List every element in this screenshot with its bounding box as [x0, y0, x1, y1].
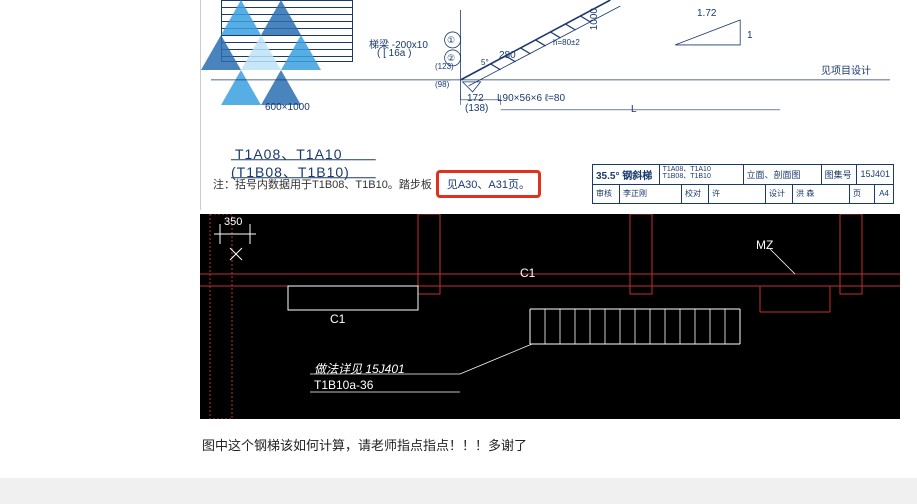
- note-highlight-box: 见A30、A31页。: [436, 170, 541, 198]
- tc-models-a: T1A08、T1A10: [663, 166, 711, 173]
- tc-check-n: 李正刚: [620, 185, 682, 204]
- dim-h: h=80±2: [553, 38, 580, 47]
- tc-angle: 35.5° 钢斜梯: [593, 165, 660, 184]
- dim-1000: 1000: [589, 8, 600, 30]
- tc-atlas-value: 15J401: [857, 165, 893, 184]
- question-text: 图中这个钢梯该如何计算，请老师指点指点！！！多谢了: [200, 431, 900, 458]
- tc-verify-n: 许: [709, 185, 766, 204]
- tc-page-v: A4: [875, 185, 893, 204]
- cad-svg: [200, 214, 900, 419]
- cad-mz: MZ: [756, 238, 773, 252]
- tc-view: 立面、剖面图: [744, 165, 822, 184]
- slope-1: 1: [747, 30, 753, 41]
- cad-c1-a: C1: [520, 266, 535, 280]
- angle-spec: L90×56×6 ℓ=80: [497, 93, 565, 104]
- tc-page-l: 页: [850, 185, 875, 204]
- model-line-1: T1A08、T1A10: [235, 144, 343, 164]
- note-line: 注：括号内数据用于T1B08、T1B10。踏步板 见A30、A31页。: [213, 170, 541, 198]
- tc-models-b: T1B08、T1B10: [663, 173, 711, 180]
- ladder-spec-sub: ( [ 16a ): [377, 48, 411, 59]
- cad-c1-b: C1: [330, 312, 345, 326]
- dim-600-1000: 600×1000: [265, 102, 310, 113]
- dim-5: 5°: [481, 58, 489, 67]
- dim-98: (98): [435, 80, 449, 89]
- slope-172: 1.72: [697, 8, 716, 19]
- tc-design-l: 设计: [766, 185, 793, 204]
- symbol-1: ①: [447, 35, 455, 46]
- dim-172-sub: (138): [465, 103, 488, 114]
- tc-atlas-label: 图集号: [822, 165, 858, 184]
- tc-check-l: 审核: [593, 185, 620, 204]
- tc-design-n: 洪 森: [793, 185, 850, 204]
- tc-models: T1A08、T1A10 T1B08、T1B10: [660, 165, 744, 184]
- dim-280: 280: [499, 50, 516, 61]
- cad-dim-350: 350: [224, 216, 242, 228]
- symbol-2: ②: [447, 53, 455, 64]
- title-cartouche: 35.5° 钢斜梯 T1A08、T1A10 T1B08、T1B10 立面、剖面图…: [592, 164, 894, 204]
- note-prefix: 注：括号内数据用于T1B08、T1B10。踏步板: [213, 176, 432, 192]
- cad-drawing: 350 C1 C1 MZ 做法详见 15J401 T1B10a-36: [200, 214, 900, 419]
- design-ref: 见项目设计: [821, 62, 871, 77]
- dim-L: L: [631, 104, 637, 115]
- tc-verify-l: 校对: [682, 185, 709, 204]
- cad-model-ref: T1B10a-36: [314, 378, 373, 392]
- blueprint-drawing: 梯梁 -200x10 ( [ 16a ) 600×1000 1000 280 1…: [200, 0, 900, 210]
- cad-detail-ref: 做法详见 15J401: [314, 360, 405, 377]
